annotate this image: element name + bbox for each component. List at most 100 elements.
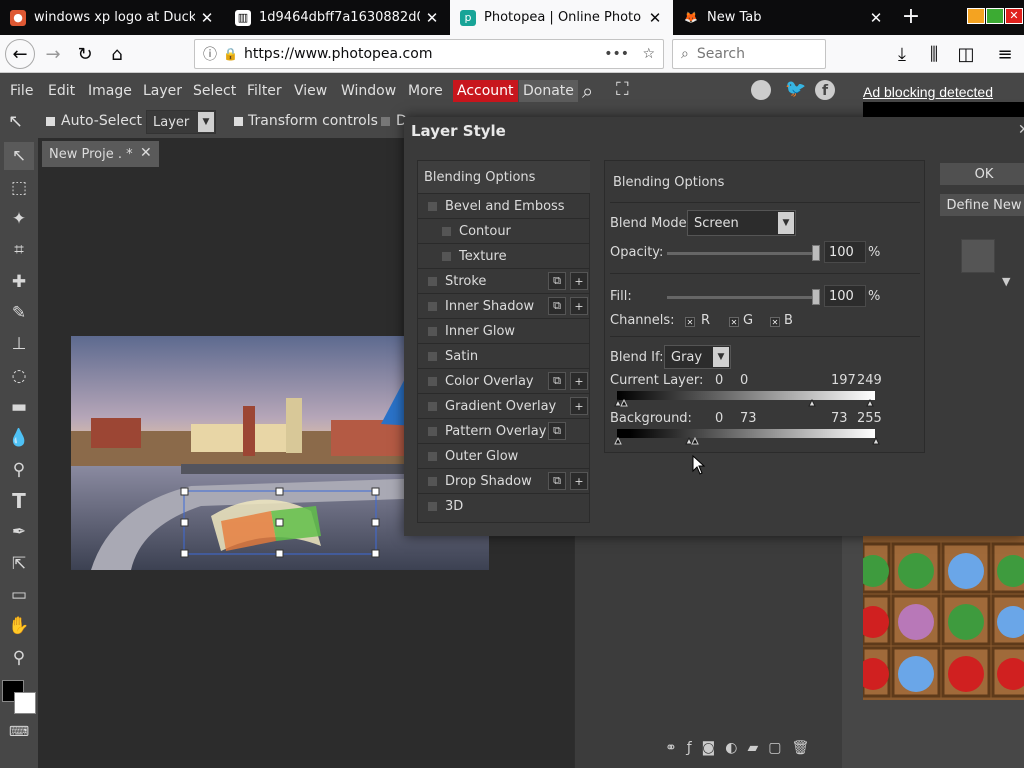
- style-item-drop-shadow[interactable]: Drop Shadow ⧉ +: [418, 469, 590, 494]
- checkbox[interactable]: [428, 301, 437, 311]
- menu-image[interactable]: Image: [84, 80, 136, 102]
- forward-arrow-icon[interactable]: →: [38, 39, 68, 69]
- checkbox[interactable]: [428, 426, 437, 436]
- window-close-icon[interactable]: ✕: [1005, 8, 1023, 24]
- new-layer-icon[interactable]: ▢: [768, 740, 781, 756]
- checkbox[interactable]: [428, 276, 437, 286]
- menu-edit[interactable]: Edit: [44, 80, 79, 102]
- hamburger-menu-icon[interactable]: ≡: [990, 39, 1020, 69]
- hand-tool-icon[interactable]: ✋: [4, 612, 34, 640]
- checkbox[interactable]: [428, 201, 437, 211]
- link-icon[interactable]: ⚭: [665, 740, 677, 756]
- style-item-blending-options[interactable]: Blending Options: [418, 161, 590, 194]
- checkbox[interactable]: [442, 251, 451, 261]
- brush-tool-icon[interactable]: ✎: [4, 299, 34, 327]
- adjustment-icon[interactable]: ◐: [725, 740, 737, 756]
- duplicate-icon[interactable]: ⧉: [548, 272, 566, 290]
- chevron-down-icon[interactable]: ▼: [1002, 275, 1010, 288]
- auto-select-checkbox[interactable]: [46, 117, 55, 126]
- background-color-swatch[interactable]: [14, 692, 36, 714]
- fullscreen-icon[interactable]: ⛶: [616, 79, 629, 100]
- style-item-contour[interactable]: Contour: [418, 219, 590, 244]
- style-item-outer-glow[interactable]: Outer Glow: [418, 444, 590, 469]
- reload-icon[interactable]: ↻: [70, 39, 100, 69]
- path-select-icon[interactable]: ⇱: [4, 550, 34, 578]
- zoom-tool-icon[interactable]: ⚲: [4, 644, 34, 672]
- crop-tool-icon[interactable]: ⌗: [4, 236, 34, 264]
- checkbox[interactable]: [428, 451, 437, 461]
- opacity-input[interactable]: 100: [824, 241, 866, 263]
- background-handles[interactable]: [613, 437, 883, 445]
- fill-slider-track[interactable]: [667, 296, 819, 299]
- facebook-icon[interactable]: f: [815, 80, 835, 100]
- new-tab-button[interactable]: +: [897, 4, 925, 30]
- opacity-slider-thumb[interactable]: [812, 245, 820, 261]
- checkbox[interactable]: [428, 476, 437, 486]
- add-icon[interactable]: +: [570, 397, 588, 415]
- healing-brush-icon[interactable]: ✚: [4, 268, 34, 296]
- add-icon[interactable]: +: [570, 472, 588, 490]
- duplicate-icon[interactable]: ⧉: [548, 422, 566, 440]
- distances-checkbox[interactable]: [381, 117, 390, 126]
- gradient-tool-icon[interactable]: ▬: [4, 393, 34, 421]
- menu-filter[interactable]: Filter: [243, 80, 286, 102]
- menu-window[interactable]: Window: [337, 80, 400, 102]
- close-icon[interactable]: ✕: [424, 9, 440, 27]
- back-arrow-icon[interactable]: ←: [5, 39, 35, 69]
- current-layer-handles[interactable]: [613, 399, 883, 407]
- url-bar[interactable]: ⓘ 🔒 https://www.photopea.com ••• ☆: [194, 39, 664, 69]
- define-new-button[interactable]: Define New: [939, 193, 1024, 217]
- fill-value[interactable]: 100: [829, 289, 854, 304]
- auto-select-dropdown[interactable]: Layer ▼: [146, 110, 216, 134]
- folder-icon[interactable]: ▰: [747, 740, 758, 756]
- close-icon[interactable]: ✕: [868, 9, 884, 27]
- minimize-icon[interactable]: [967, 8, 985, 24]
- browser-tab-newtab[interactable]: 🦊 New Tab ✕: [673, 0, 894, 35]
- download-icon[interactable]: ⤓: [887, 39, 917, 69]
- twitter-icon[interactable]: 🐦: [785, 79, 806, 99]
- checkbox[interactable]: [428, 401, 437, 411]
- transform-controls-checkbox[interactable]: [234, 117, 243, 126]
- fill-input[interactable]: 100: [824, 285, 866, 307]
- duplicate-icon[interactable]: ⧉: [548, 297, 566, 315]
- bookmark-star-icon[interactable]: ☆: [642, 46, 655, 62]
- browser-tab-photopea[interactable]: p Photopea | Online Photo Edit ✕: [450, 0, 673, 35]
- pen-tool-icon[interactable]: ✒: [4, 518, 34, 546]
- ok-button[interactable]: OK: [939, 162, 1024, 186]
- fill-slider-thumb[interactable]: [812, 289, 820, 305]
- blend-if-select[interactable]: Gray ▼: [664, 345, 731, 369]
- channel-r-checkbox[interactable]: ✕: [685, 317, 695, 327]
- menu-select[interactable]: Select: [189, 80, 240, 102]
- library-icon[interactable]: ⫼: [919, 39, 949, 69]
- home-icon[interactable]: ⌂: [102, 39, 132, 69]
- dodge-tool-icon[interactable]: ⚲: [4, 456, 34, 484]
- eraser-tool-icon[interactable]: ◌: [4, 362, 34, 390]
- opacity-slider-track[interactable]: [667, 252, 819, 255]
- url-text[interactable]: https://www.photopea.com: [244, 46, 433, 62]
- keyboard-icon[interactable]: ⌨: [4, 718, 34, 746]
- move-tool-icon[interactable]: ↖: [4, 142, 34, 170]
- add-icon[interactable]: +: [570, 297, 588, 315]
- checkbox[interactable]: [428, 326, 437, 336]
- search-icon[interactable]: ⌕: [582, 79, 593, 103]
- maximize-icon[interactable]: [986, 8, 1004, 24]
- sidebar-icon[interactable]: ◫: [951, 39, 981, 69]
- style-item-3d[interactable]: 3D: [418, 494, 590, 519]
- blend-mode-select[interactable]: Screen ▼: [687, 210, 796, 236]
- menu-more[interactable]: More: [404, 80, 447, 102]
- channel-g-checkbox[interactable]: ✕: [729, 317, 739, 327]
- account-button[interactable]: Account: [453, 80, 518, 102]
- menu-view[interactable]: View: [290, 80, 331, 102]
- style-item-pattern-overlay[interactable]: Pattern Overlay ⧉: [418, 419, 590, 444]
- style-item-satin[interactable]: Satin: [418, 344, 590, 369]
- donate-button[interactable]: Donate: [519, 80, 578, 102]
- marquee-tool-icon[interactable]: ⬚: [4, 174, 34, 202]
- close-icon[interactable]: ✕: [647, 9, 663, 27]
- close-icon[interactable]: ✕: [1018, 122, 1024, 138]
- add-icon[interactable]: +: [570, 272, 588, 290]
- checkbox[interactable]: [428, 351, 437, 361]
- close-icon[interactable]: ✕: [140, 145, 152, 161]
- menu-layer[interactable]: Layer: [139, 80, 186, 102]
- browser-tab-duckduckgo[interactable]: ● windows xp logo at DuckDuc ✕: [0, 0, 225, 35]
- close-icon[interactable]: ✕: [199, 9, 215, 27]
